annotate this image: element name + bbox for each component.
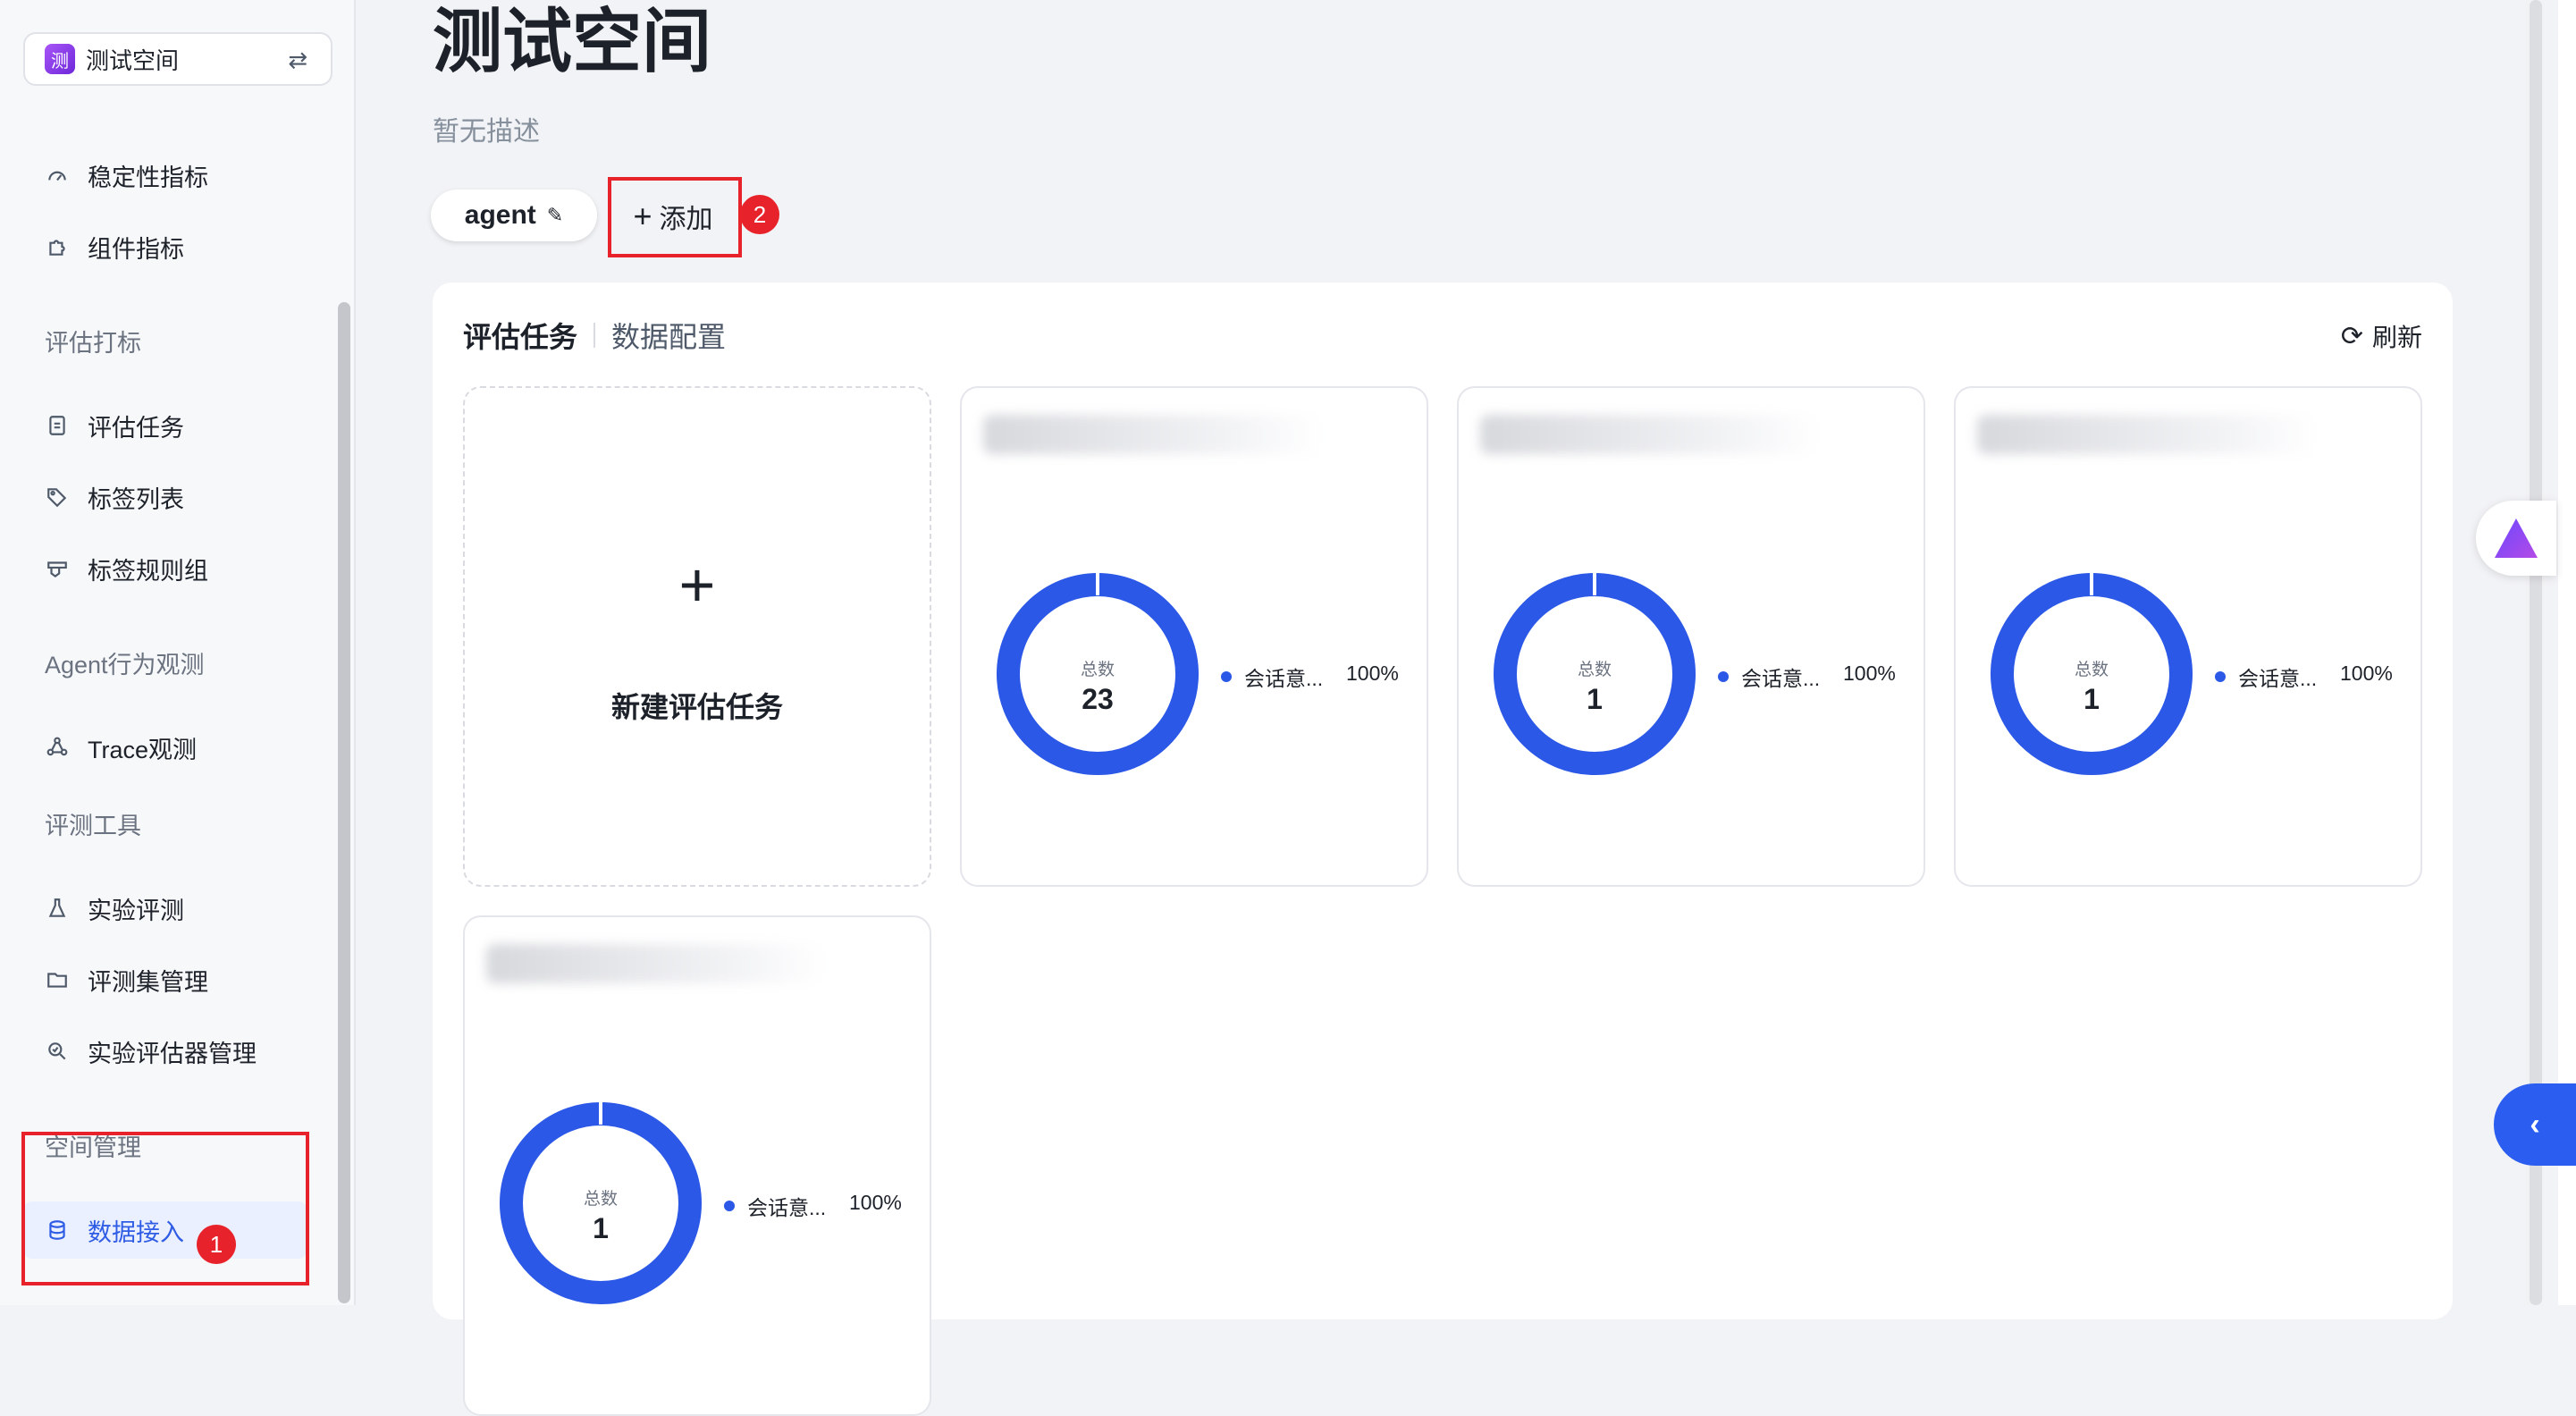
refresh-button[interactable]: ⟳ 刷新 [2341,318,2422,354]
task-icon [45,413,70,438]
swap-icon[interactable]: ⇄ [288,46,307,74]
tag-icon [45,485,70,510]
sidebar-item-evaluators[interactable]: 实验评估器管理 [23,1023,307,1080]
total-label: 总数 [1577,661,1612,679]
legend-percent: 100% [1346,662,1399,685]
space-name: 测试空间 [86,46,180,74]
sidebar-item-eval-tasks[interactable]: 评估任务 [23,397,307,454]
total-value: 1 [1587,683,1603,715]
puzzle-icon [45,234,70,259]
legend-dot [2215,671,2226,682]
sidebar-item-label: 实验评估器管理 [88,1040,257,1067]
sidebar-item-label: 组件指标 [88,235,184,263]
sidebar-item-stability-metrics[interactable]: 稳定性指标 [23,147,307,204]
legend-label: 会话意... [747,1196,827,1219]
tab-data-config[interactable]: 数据配置 [611,315,726,356]
chevron-left-icon: ‹ [2530,1107,2540,1142]
page-title: 测试空间 [433,2,712,80]
legend-label: 会话意... [2238,667,2318,690]
agent-tag[interactable]: agent ✎ [431,190,597,241]
annotation-box-2 [608,177,742,257]
plus-icon: + [678,550,716,620]
sidebar-scrollbar[interactable] [338,302,350,1303]
sidebar-item-label: 实验评测 [88,897,184,924]
tab-eval-tasks[interactable]: 评估任务 [463,315,577,356]
sidebar-item-tag-rules[interactable]: 标签规则组 [23,540,307,597]
tag-rules-icon [45,556,70,581]
sidebar-item-component-metrics[interactable]: 组件指标 [23,218,307,275]
eval-panel: 评估任务 数据配置 ⟳ 刷新 + 新建评估任务 总数 23 会话意... 100… [433,282,2453,1416]
page-description: 暂无描述 [433,117,540,147]
collapse-panel-button[interactable]: ‹ [2494,1083,2576,1166]
sidebar-group-label: Agent行为观测 [45,652,205,678]
sidebar-item-experiment[interactable]: 实验评测 [23,880,307,937]
task-card[interactable]: 总数 1 会话意... 100% [1954,386,2422,887]
tab-divider [593,323,596,348]
legend-dot [1221,671,1232,682]
evaluator-icon [45,1039,70,1064]
task-card[interactable]: 总数 1 会话意... 100% [463,915,931,1416]
legend-label: 会话意... [1741,667,1821,690]
trace-icon [45,735,70,760]
total-value: 1 [2084,683,2100,715]
annotation-badge-2: 2 [740,195,779,234]
sidebar-item-label: Trace观测 [88,736,198,763]
new-task-label: 新建评估任务 [610,691,783,723]
total-value: 1 [593,1212,609,1244]
refresh-label: 刷新 [2371,324,2422,351]
total-label: 总数 [2074,661,2109,679]
folder-icon [45,967,70,992]
sidebar-group-label: 评测工具 [45,813,141,839]
annotation-box-1 [21,1132,309,1285]
total-value: 23 [1082,683,1114,715]
panel-tabs: 评估任务 数据配置 [463,315,726,356]
sidebar-group-label: 评估打标 [45,330,141,357]
card-title-redacted [1977,415,2317,454]
space-logo: 测 [45,44,75,74]
sidebar-item-eval-sets[interactable]: 评测集管理 [23,951,307,1008]
legend-item: 会话意... [724,1191,826,1221]
ai-assistant-icon [2495,518,2538,558]
sidebar: 测 测试空间 ⇄ 稳定性指标 组件指标 评估打标 评估任务 标签列表 标签规则组… [0,0,356,1305]
sidebar-item-label: 评估任务 [88,414,184,442]
sidebar-item-trace[interactable]: Trace观测 [23,719,307,776]
sidebar-item-tag-list[interactable]: 标签列表 [23,468,307,526]
task-card[interactable]: 总数 1 会话意... 100% [1457,386,1925,887]
card-title-redacted [1480,415,1820,454]
new-task-card[interactable]: + 新建评估任务 [463,386,931,887]
sidebar-item-label: 标签列表 [88,485,184,513]
task-card[interactable]: 总数 23 会话意... 100% [960,386,1428,887]
legend-item: 会话意... [2215,662,2317,692]
legend-percent: 100% [2340,662,2393,685]
sidebar-item-label: 标签规则组 [88,557,208,585]
legend-percent: 100% [1843,662,1896,685]
legend-percent: 100% [849,1191,902,1214]
sidebar-nav: 稳定性指标 组件指标 评估打标 评估任务 标签列表 标签规则组 Agent行为观… [0,107,354,1305]
total-label: 总数 [1080,661,1115,679]
total-label: 总数 [583,1190,618,1209]
legend-item: 会话意... [1718,662,1820,692]
refresh-icon: ⟳ [2340,321,2363,351]
legend-dot [1718,671,1729,682]
agent-tag-label: agent [464,200,536,230]
legend-label: 会话意... [1244,667,1324,690]
sidebar-item-label: 评测集管理 [88,968,208,996]
space-switcher[interactable]: 测 测试空间 ⇄ [23,32,333,86]
legend-dot [724,1201,735,1211]
card-title-redacted [486,944,826,983]
flask-icon [45,896,70,921]
card-title-redacted [983,415,1323,454]
sidebar-item-label: 稳定性指标 [88,164,208,191]
ai-assistant-button[interactable] [2476,501,2556,576]
legend-item: 会话意... [1221,662,1323,692]
annotation-badge-1: 1 [197,1225,236,1264]
edit-icon[interactable]: ✎ [547,204,563,227]
gauge-icon [45,163,70,188]
